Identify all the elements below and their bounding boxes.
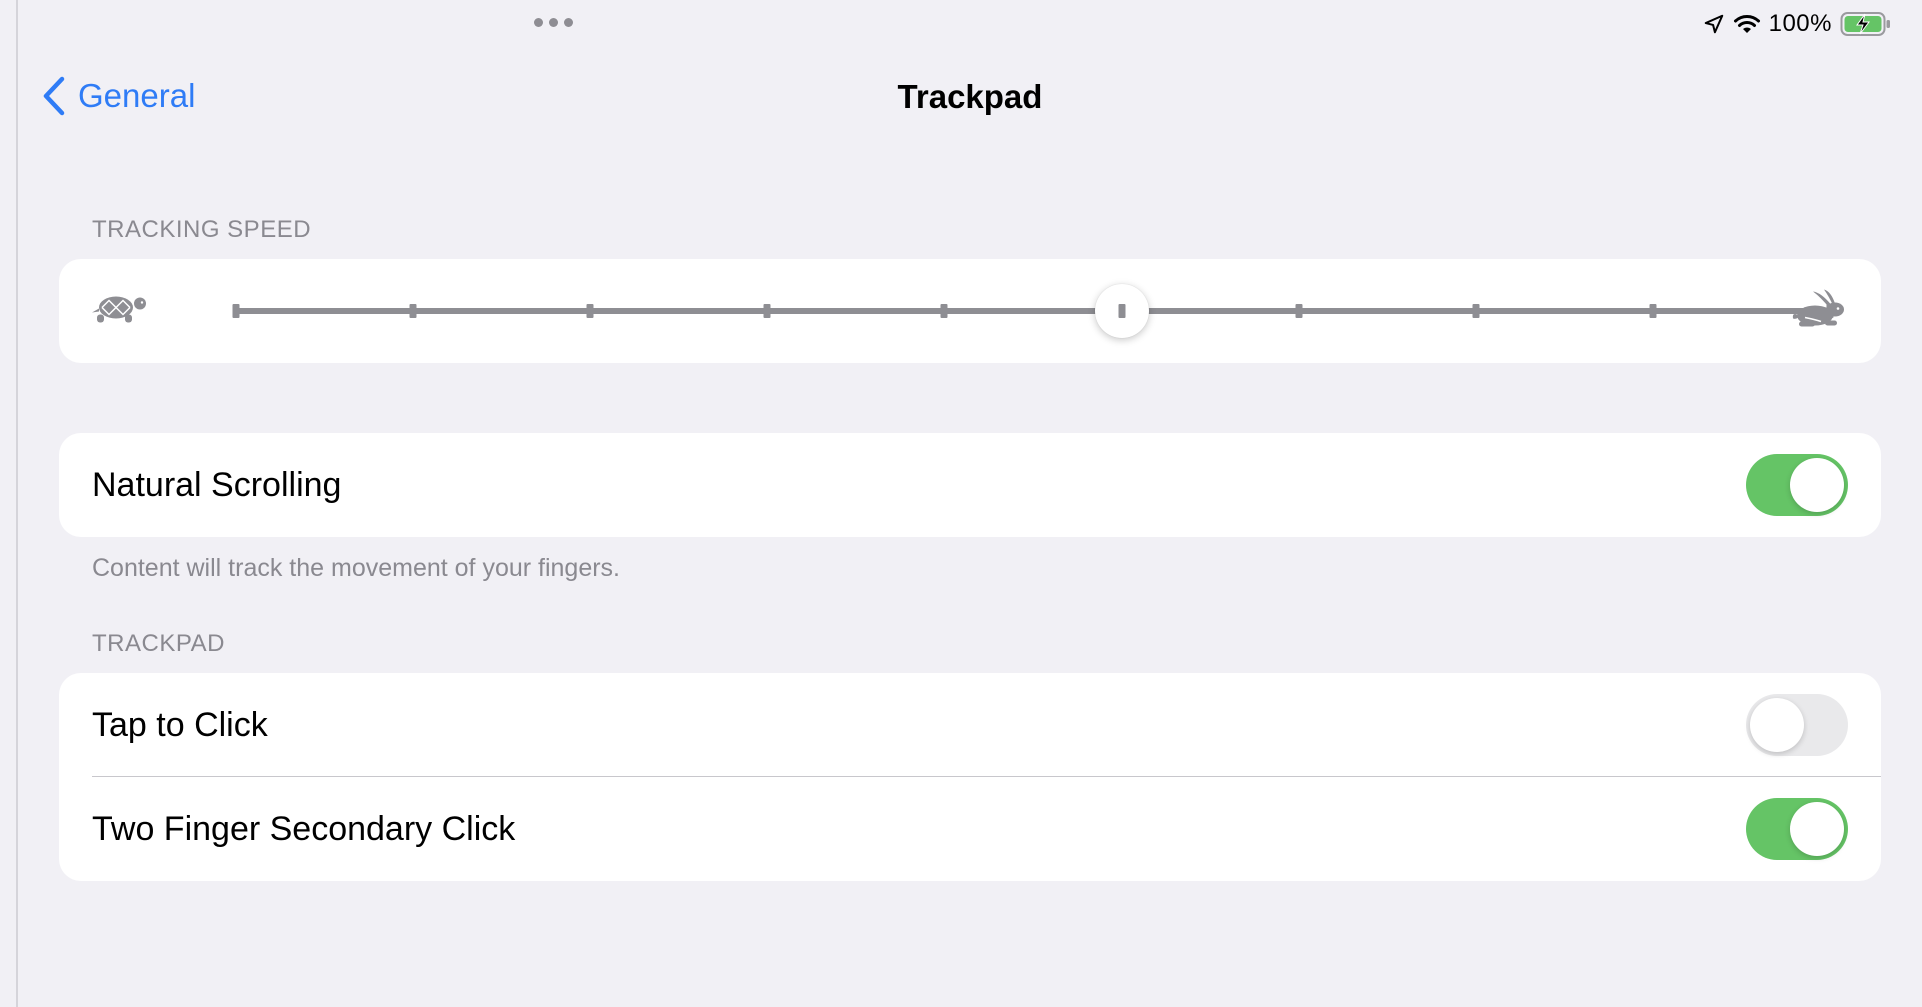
slider-tick <box>586 304 594 318</box>
wifi-icon <box>1733 15 1760 33</box>
trackpad-header: TRACKPAD <box>92 630 225 657</box>
natural-scrolling-card: Natural Scrolling <box>59 433 1881 537</box>
tap-to-click-row[interactable]: Tap to Click <box>59 673 1881 777</box>
multitasking-menu-icon[interactable] <box>534 18 573 27</box>
page-title: Trackpad <box>897 78 1043 115</box>
location-icon <box>1704 14 1723 34</box>
slider-tick <box>1472 304 1480 318</box>
battery-percent: 100% <box>1768 10 1832 37</box>
slider-tick <box>232 304 240 318</box>
two-finger-secondary-click-toggle[interactable] <box>1746 798 1848 860</box>
two-finger-secondary-click-label: Two Finger Secondary Click <box>92 809 516 848</box>
natural-scrolling-toggle[interactable] <box>1746 454 1848 516</box>
tracking-speed-slider-track[interactable] <box>236 308 1830 314</box>
slider-tick <box>409 304 417 318</box>
natural-scrolling-label: Natural Scrolling <box>92 465 342 504</box>
status-bar: 100% <box>1703 8 1892 40</box>
slider-tick <box>940 304 948 318</box>
tap-to-click-label: Tap to Click <box>92 705 268 744</box>
split-view-edge <box>0 0 18 1007</box>
trackpad-card: Tap to Click Two Finger Secondary Click <box>59 673 1881 881</box>
slider-tick <box>763 304 771 318</box>
natural-scrolling-footer: Content will track the movement of your … <box>92 554 621 582</box>
two-finger-secondary-click-row[interactable]: Two Finger Secondary Click <box>59 777 1881 881</box>
battery-charging-icon <box>1840 12 1890 36</box>
rabbit-icon <box>1791 289 1849 334</box>
natural-scrolling-row[interactable]: Natural Scrolling <box>59 433 1881 537</box>
slider-tick <box>1295 304 1303 318</box>
tracking-speed-header: TRACKING SPEED <box>92 216 312 243</box>
slider-tick <box>1118 304 1126 318</box>
tap-to-click-toggle[interactable] <box>1746 694 1848 756</box>
slider-tick <box>1826 304 1834 318</box>
turtle-icon <box>91 291 149 332</box>
tracking-speed-card <box>59 259 1881 363</box>
slider-tick <box>1649 304 1657 318</box>
